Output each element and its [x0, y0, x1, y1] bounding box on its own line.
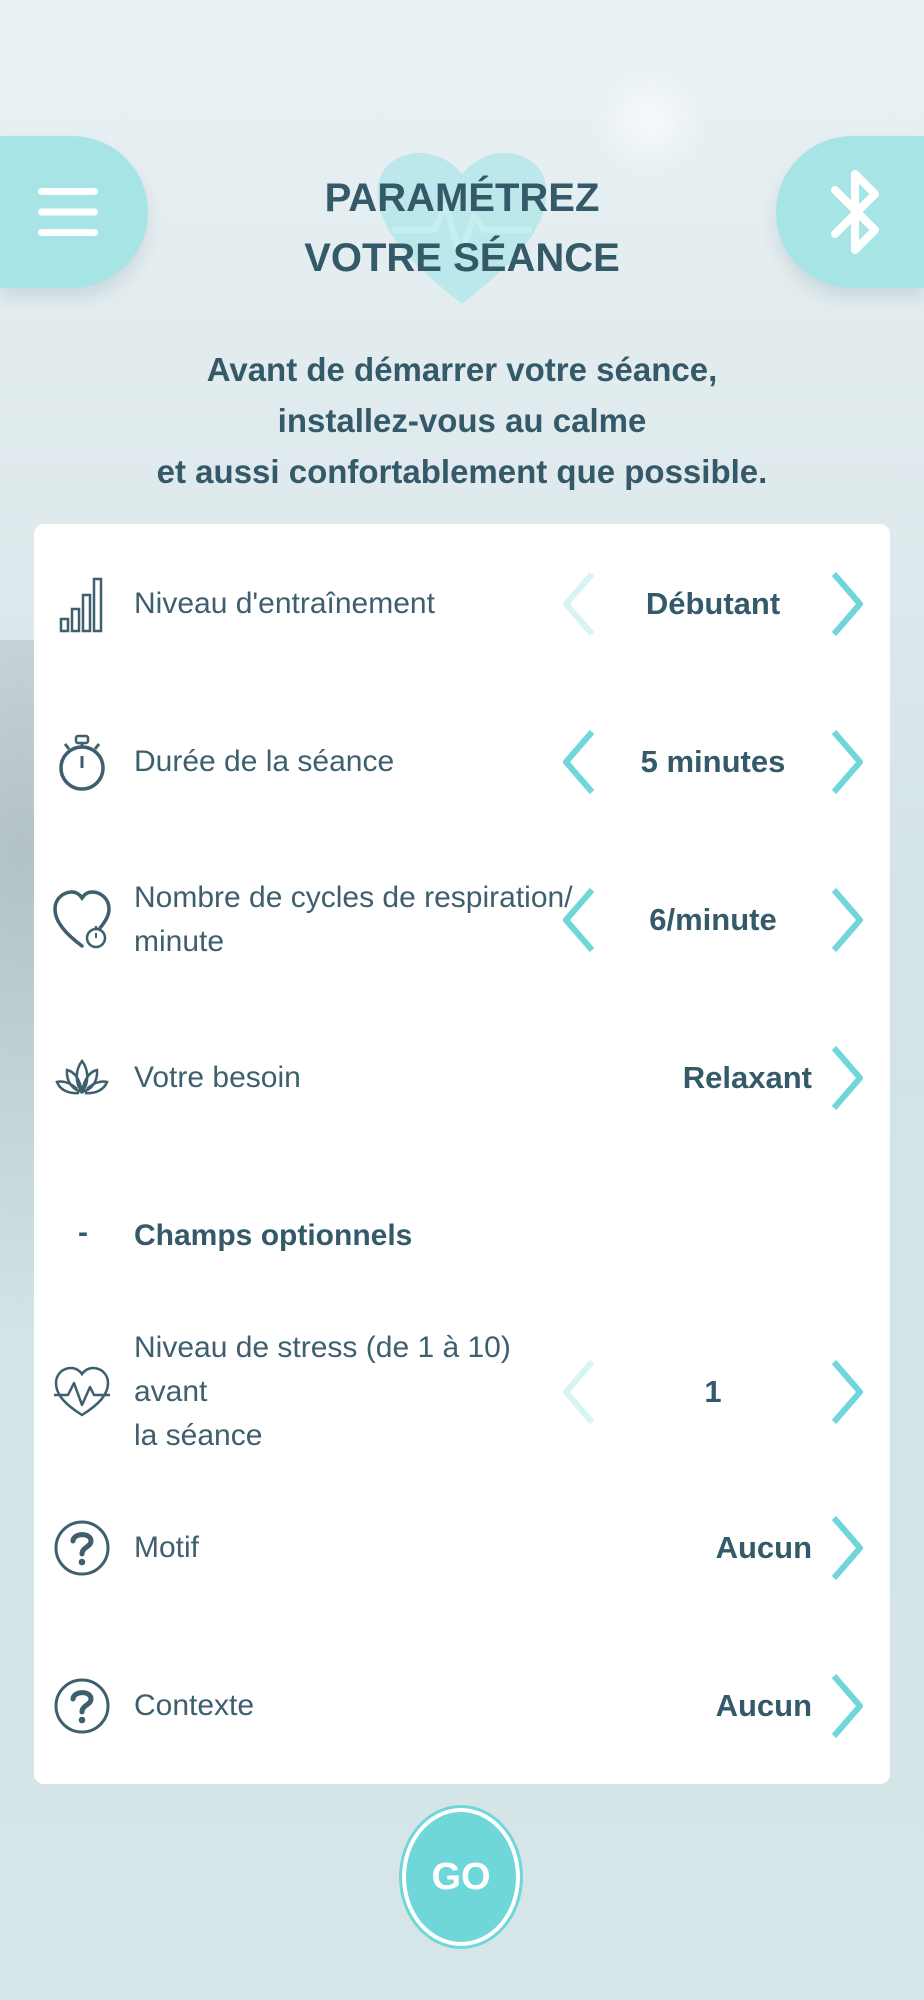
collapse-dash-icon: -: [78, 1216, 88, 1249]
chevron-left-icon: [563, 572, 595, 636]
duration-next-button[interactable]: [818, 726, 878, 798]
need-row[interactable]: Votre besoin Relaxant: [34, 1028, 890, 1128]
training-level-next-button[interactable]: [818, 568, 878, 640]
breathing-cycles-row: Nombre de cycles de respiration/ minute …: [34, 870, 890, 970]
stress-level-label-line2: la séance: [134, 1419, 263, 1452]
context-row[interactable]: Contexte Aucun: [34, 1656, 890, 1756]
chevron-right-icon: [831, 730, 863, 794]
training-level-row: Niveau d'entraînement Débutant: [34, 554, 890, 654]
chevron-right-icon: [831, 1360, 863, 1424]
stress-level-next-button[interactable]: [818, 1356, 878, 1428]
background-sun: [590, 60, 710, 180]
need-label: Votre besoin: [134, 1061, 301, 1094]
training-level-value: Débutant: [645, 586, 781, 621]
intro-text: Avant de démarrer votre séance, installe…: [100, 344, 824, 497]
need-value: Relaxant: [682, 1060, 812, 1095]
duration-label: Durée de la séance: [134, 745, 395, 778]
duration-row: Durée de la séance 5 minutes: [34, 712, 890, 812]
signal-bars-icon: [50, 572, 114, 636]
breathing-cycles-label-line1: Nombre de cycles de respiration/: [134, 881, 573, 914]
stopwatch-icon: [50, 730, 114, 794]
hamburger-menu-icon: [38, 188, 98, 236]
breathing-cycles-label: Nombre de cycles de respiration/ minute: [134, 870, 574, 970]
go-button[interactable]: GO: [406, 1812, 516, 1942]
question-icon: [50, 1674, 114, 1738]
breathing-cycles-value: 6/minute: [649, 902, 777, 937]
page-title-line1: PARAMÉTREZ: [324, 176, 600, 220]
motive-label: Motif: [134, 1531, 200, 1564]
question-icon: [50, 1516, 114, 1580]
motive-value: Aucun: [715, 1530, 812, 1565]
intro-line3: et aussi confortablement que possible.: [156, 453, 768, 490]
heart-pulse-icon: [50, 1360, 114, 1424]
chevron-left-icon: [563, 1360, 595, 1424]
page-title-line2: VOTRE SÉANCE: [304, 236, 620, 280]
duration-prev-button[interactable]: [548, 726, 608, 798]
breathing-cycles-next-button[interactable]: [818, 884, 878, 956]
heart-timer-icon: [50, 888, 114, 952]
motive-row[interactable]: Motif Aucun: [34, 1498, 890, 1598]
context-next-button[interactable]: [818, 1670, 878, 1742]
settings-card: Niveau d'entraînement Débutant Durée de …: [34, 524, 890, 1784]
motive-next-button[interactable]: [818, 1512, 878, 1584]
chevron-right-icon: [831, 1046, 863, 1110]
chevron-right-icon: [831, 1516, 863, 1580]
duration-value: 5 minutes: [640, 744, 786, 779]
chevron-right-icon: [831, 572, 863, 636]
breathing-cycles-prev-button[interactable]: [548, 884, 608, 956]
context-label: Contexte: [134, 1689, 255, 1722]
breathing-cycles-label-line2: minute: [134, 925, 225, 958]
chevron-right-icon: [831, 888, 863, 952]
lotus-icon: [50, 1046, 114, 1110]
stress-level-prev-button[interactable]: [548, 1356, 608, 1428]
intro-line2: installez-vous au calme: [277, 402, 647, 439]
chevron-right-icon: [831, 1674, 863, 1738]
training-level-prev-button[interactable]: [548, 568, 608, 640]
optional-fields-label: Champs optionnels: [134, 1219, 413, 1252]
page-title: PARAMÉTREZ VOTRE SÉANCE: [262, 168, 662, 288]
context-value: Aucun: [715, 1688, 812, 1723]
stress-level-value: 1: [704, 1374, 722, 1409]
bluetooth-button[interactable]: [776, 136, 924, 288]
stress-level-label-line1: Niveau de stress (de 1 à 10) avant: [134, 1331, 511, 1408]
stress-level-label: Niveau de stress (de 1 à 10) avant la sé…: [134, 1331, 574, 1452]
menu-button[interactable]: [0, 136, 148, 288]
bluetooth-icon: [831, 170, 879, 254]
stress-level-row: Niveau de stress (de 1 à 10) avant la sé…: [34, 1331, 890, 1452]
intro-line1: Avant de démarrer votre séance,: [206, 351, 718, 388]
chevron-left-icon: [563, 888, 595, 952]
training-level-label: Niveau d'entraînement: [134, 587, 435, 620]
need-next-button[interactable]: [818, 1042, 878, 1114]
chevron-left-icon: [563, 730, 595, 794]
optional-fields-toggle[interactable]: - Champs optionnels: [34, 1186, 890, 1286]
